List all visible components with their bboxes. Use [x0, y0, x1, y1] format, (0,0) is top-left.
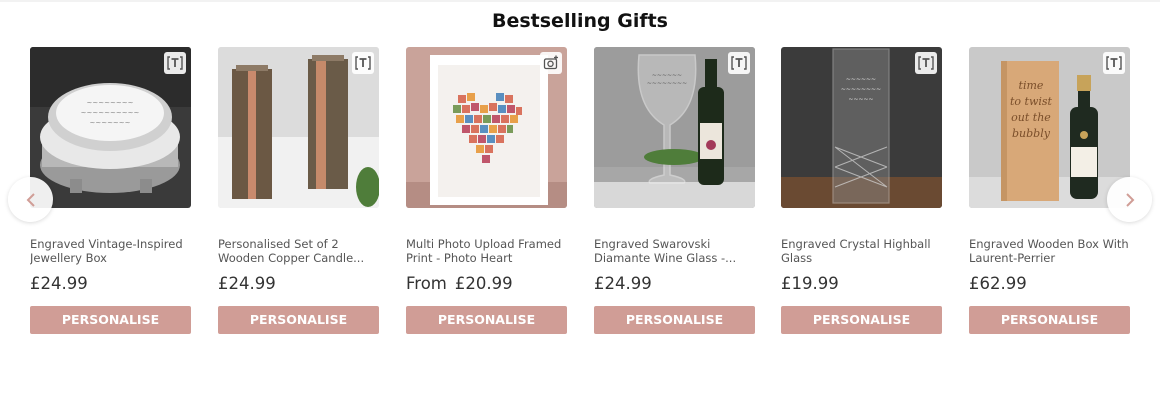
text-engraving-icon [352, 52, 374, 74]
svg-text:~~~~~~: ~~~~~~ [846, 76, 876, 83]
personalise-button[interactable]: PERSONALISE [781, 306, 942, 334]
chevron-right-icon [1125, 192, 1134, 207]
price-value: £62.99 [969, 274, 1027, 293]
svg-text:to twist: to twist [1010, 95, 1053, 108]
product-price: £24.99 [30, 274, 88, 293]
price-prefix: From [406, 274, 447, 293]
product-card[interactable]: Personalised Set of 2 Wooden Copper Cand… [218, 47, 379, 334]
product-card[interactable]: time to twist out the bubbly Engraved Wo… [969, 47, 1130, 334]
carousel-prev-button[interactable] [8, 177, 53, 222]
svg-text:~~~~~: ~~~~~ [848, 96, 873, 103]
product-name[interactable]: Engraved Wooden Box With Laurent-Perrier… [969, 237, 1130, 265]
price-value: £20.99 [454, 274, 513, 293]
product-name[interactable]: Engraved Crystal Highball Glass [781, 237, 942, 265]
text-engraving-icon [1103, 52, 1125, 74]
section-title: Bestselling Gifts [491, 10, 668, 32]
product-carousel: ~~~~~~~~ ~~~~~~~~~~ ~~~~~~~ Engraved Vin… [0, 47, 1160, 347]
product-name[interactable]: Multi Photo Upload Framed Print - Photo … [406, 237, 567, 265]
svg-text:bubbly: bubbly [1012, 127, 1051, 140]
product-price: From £20.99 [406, 274, 513, 293]
product-card[interactable]: ~~~~~~~~ ~~~~~~~~~~ ~~~~~~~ Engraved Vin… [30, 47, 191, 334]
product-card[interactable]: ~~~~~~ ~~~~~~~~ Engraved Swarovski Diama… [594, 47, 755, 334]
product-name[interactable]: Personalised Set of 2 Wooden Copper Cand… [218, 237, 379, 265]
svg-text:time: time [1019, 79, 1044, 92]
personalise-button[interactable]: PERSONALISE [969, 306, 1130, 334]
product-image[interactable]: time to twist out the bubbly [969, 47, 1130, 208]
text-engraving-icon [164, 52, 186, 74]
personalise-button[interactable]: PERSONALISE [406, 306, 567, 334]
personalise-button[interactable]: PERSONALISE [594, 306, 755, 334]
svg-text:~~~~~~~: ~~~~~~~ [89, 119, 130, 127]
svg-text:~~~~~~~~: ~~~~~~~~ [647, 80, 687, 87]
price-value: £19.99 [781, 274, 839, 293]
product-image[interactable]: ~~~~~~ ~~~~~~~~ [594, 47, 755, 208]
product-price: £24.99 [218, 274, 276, 293]
personalise-button[interactable]: PERSONALISE [30, 306, 191, 334]
product-price: £24.99 [594, 274, 652, 293]
product-name[interactable]: Engraved Swarovski Diamante Wine Glass -… [594, 237, 755, 265]
product-card[interactable]: ~~~~~~ ~~~~~~~~ ~~~~~ Engraved Crystal H… [781, 47, 942, 334]
personalise-button[interactable]: PERSONALISE [218, 306, 379, 334]
photo-upload-icon [540, 52, 562, 74]
svg-text:~~~~~~~~~~: ~~~~~~~~~~ [81, 109, 140, 117]
product-image[interactable]: ~~~~~~~~ ~~~~~~~~~~ ~~~~~~~ [30, 47, 191, 208]
product-card[interactable]: Multi Photo Upload Framed Print - Photo … [406, 47, 567, 334]
svg-text:~~~~~~~~: ~~~~~~~~ [87, 99, 134, 107]
product-image[interactable]: ~~~~~~ ~~~~~~~~ ~~~~~ [781, 47, 942, 208]
chevron-left-icon [26, 192, 35, 207]
product-name[interactable]: Engraved Vintage-Inspired Jewellery Box [30, 237, 191, 265]
carousel-next-button[interactable] [1107, 177, 1152, 222]
product-price: £19.99 [781, 274, 839, 293]
product-price: £62.99 [969, 274, 1027, 293]
price-value: £24.99 [30, 274, 88, 293]
svg-text:out the: out the [1011, 111, 1051, 124]
top-divider [0, 0, 1160, 2]
price-value: £24.99 [218, 274, 276, 293]
product-image[interactable] [218, 47, 379, 208]
price-value: £24.99 [594, 274, 652, 293]
text-engraving-icon [915, 52, 937, 74]
product-image[interactable] [406, 47, 567, 208]
svg-text:~~~~~~: ~~~~~~ [652, 72, 682, 79]
text-engraving-icon [728, 52, 750, 74]
svg-text:~~~~~~~~: ~~~~~~~~ [841, 86, 881, 93]
